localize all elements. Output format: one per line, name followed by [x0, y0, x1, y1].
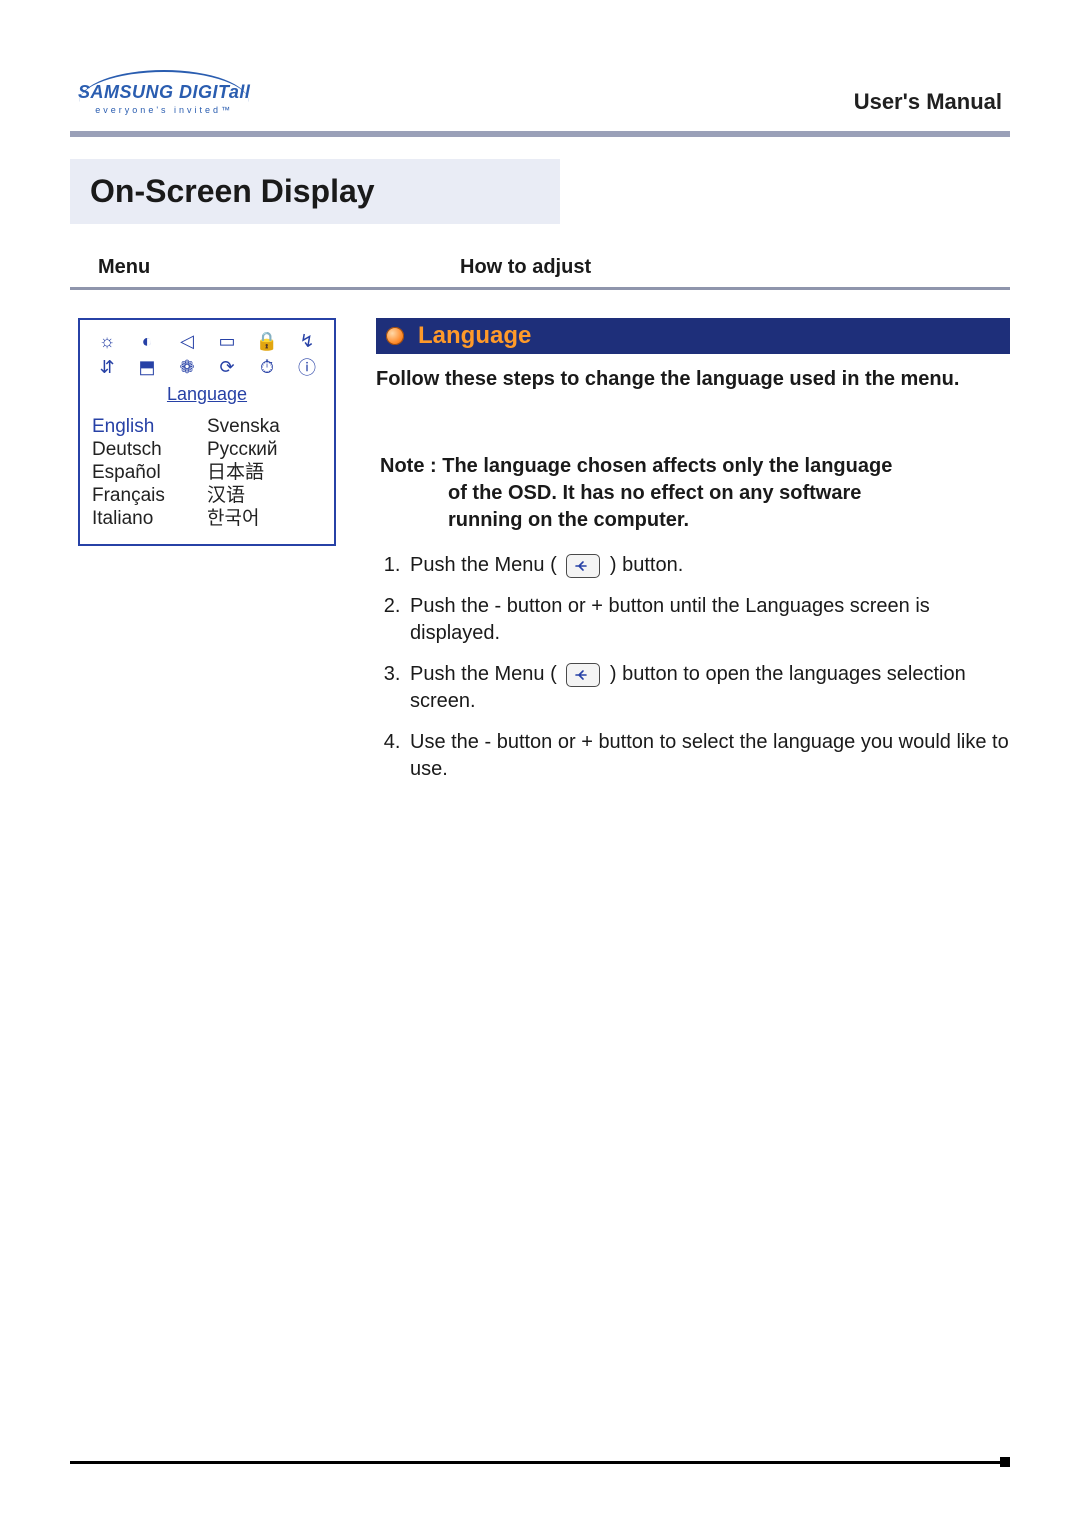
- column-headers: Menu How to adjust: [70, 256, 1010, 279]
- lock-icon: 🔒: [250, 330, 284, 352]
- contrast-icon: ◐: [130, 330, 164, 352]
- step-3-text-a: Push the Menu (: [410, 663, 557, 685]
- h-size-icon: ▭: [210, 330, 244, 352]
- osd-icon-grid: ☼ ◐ ◁ ▭ 🔒 ↯ ⇵ ⬒ ❁ ⟳ ⏱ ⓘ: [80, 320, 334, 384]
- step-2: Push the - button or + button until the …: [406, 593, 1010, 647]
- osd-language-japanese: 日本語: [207, 461, 322, 484]
- intro-text: Follow these steps to change the languag…: [376, 366, 1010, 393]
- column-header-how-to-adjust: How to adjust: [460, 256, 1010, 279]
- osd-language-col-right: Svenska Русский 日本語 汉语 한국어: [207, 415, 322, 530]
- osd-language-english: English: [92, 415, 207, 438]
- logo-tagline: everyone's invited™: [95, 105, 233, 115]
- note-line1: The language chosen affects only the lan…: [442, 455, 892, 477]
- page-title: On-Screen Display: [90, 173, 540, 210]
- page-title-band: On-Screen Display: [70, 159, 560, 224]
- timer-icon: ⏱: [250, 356, 284, 378]
- info-icon: ⓘ: [290, 356, 324, 378]
- osd-language-francais: Français: [92, 484, 207, 507]
- header-rule: [70, 131, 1010, 137]
- page-header: SAMSUNG DIGITall everyone's invited™ Use…: [70, 70, 1010, 123]
- note-line3: running on the computer.: [380, 507, 1010, 534]
- osd-language-deutsch: Deutsch: [92, 438, 207, 461]
- note-prefix: Note :: [380, 455, 437, 477]
- step-4: Use the - button or + button to select t…: [406, 729, 1010, 783]
- osd-panel: ☼ ◐ ◁ ▭ 🔒 ↯ ⇵ ⬒ ❁ ⟳ ⏱ ⓘ Language English…: [78, 318, 336, 546]
- osd-language-espanol: Español: [92, 461, 207, 484]
- steps-list: Push the Menu ( ) button. Push the - but…: [376, 552, 1010, 783]
- column-header-menu: Menu: [70, 256, 460, 279]
- footer-cap: [1000, 1457, 1010, 1467]
- menu-button-icon: [566, 554, 600, 578]
- osd-language-russian: Русский: [207, 438, 322, 461]
- step-1-text-b: ) button.: [610, 554, 683, 576]
- section-title: Language: [418, 322, 531, 350]
- step-3: Push the Menu ( ) button to open the lan…: [406, 661, 1010, 715]
- brightness-icon: ☼: [90, 330, 124, 352]
- v-position-icon: ⇵: [90, 356, 124, 378]
- step-1-text-a: Push the Menu (: [410, 554, 557, 576]
- osd-language-korean: 한국어: [207, 507, 322, 530]
- menu-button-icon: [566, 663, 600, 687]
- note-line2: of the OSD. It has no effect on any soft…: [380, 480, 1010, 507]
- v-size-icon: ⬒: [130, 356, 164, 378]
- step-1: Push the Menu ( ) button.: [406, 552, 1010, 579]
- samsung-digitall-logo: SAMSUNG DIGITall everyone's invited™: [78, 70, 250, 115]
- osd-language-list: English Deutsch Español Français Italian…: [80, 411, 334, 544]
- instructions: Language Follow these steps to change th…: [376, 318, 1010, 783]
- osd-menu-label: Language: [80, 384, 334, 411]
- power-icon: ↯: [290, 330, 324, 352]
- document-page: SAMSUNG DIGITall everyone's invited™ Use…: [0, 0, 1080, 1528]
- section-header: Language: [376, 318, 1010, 354]
- osd-language-chinese: 汉语: [207, 484, 322, 507]
- color-icon: ❁: [170, 356, 204, 378]
- bullet-icon: [386, 327, 404, 345]
- subheader-rule: [70, 287, 1010, 290]
- manual-title: User's Manual: [854, 89, 1002, 115]
- osd-language-italiano: Italiano: [92, 507, 207, 530]
- logo-text: SAMSUNG DIGITall: [78, 82, 250, 103]
- osd-language-svenska: Svenska: [207, 415, 322, 438]
- h-position-icon: ◁: [170, 330, 204, 352]
- body: ☼ ◐ ◁ ▭ 🔒 ↯ ⇵ ⬒ ❁ ⟳ ⏱ ⓘ Language English…: [70, 318, 1010, 783]
- note-block: Note : The language chosen affects only …: [376, 453, 1010, 534]
- footer-rule: [70, 1461, 1010, 1464]
- reset-icon: ⟳: [210, 356, 244, 378]
- osd-language-col-left: English Deutsch Español Français Italian…: [92, 415, 207, 530]
